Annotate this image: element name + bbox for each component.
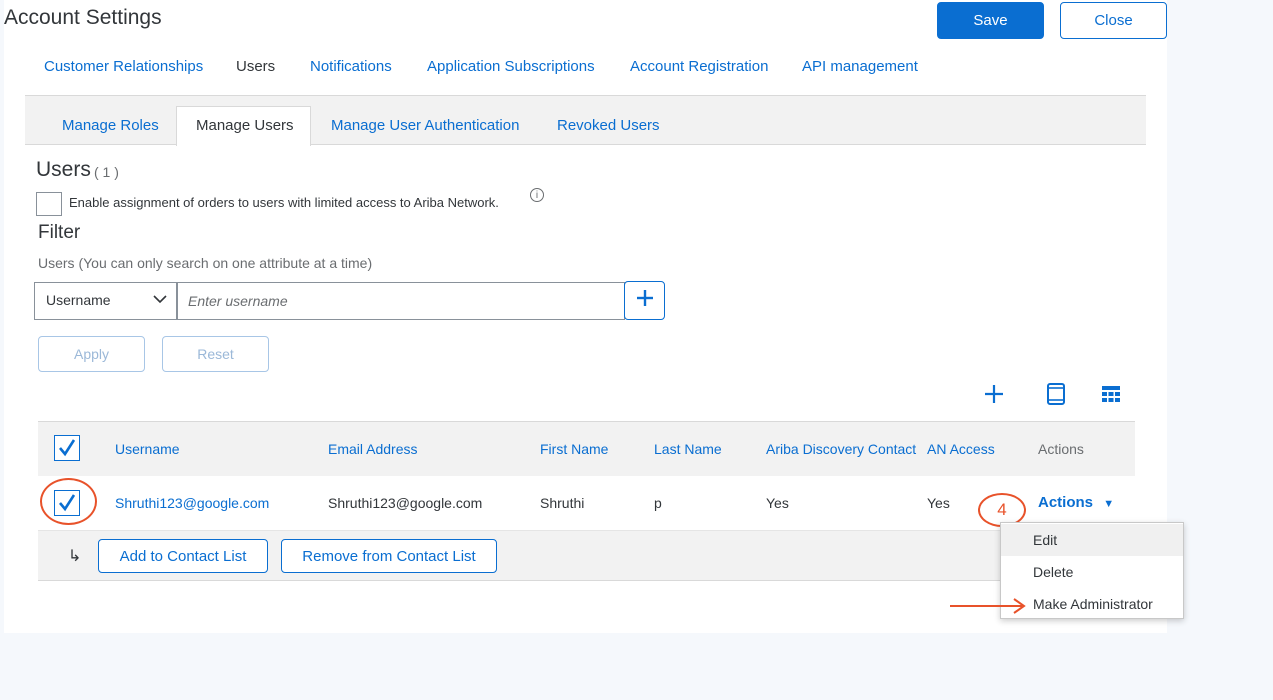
column-email[interactable]: Email Address (328, 441, 417, 457)
menu-item-delete[interactable]: Delete (1001, 556, 1183, 588)
page-title: Account Settings (4, 6, 162, 29)
column-an-access[interactable]: AN Access (927, 441, 995, 457)
limited-access-label: Enable assignment of orders to users wit… (69, 195, 499, 210)
column-first-name[interactable]: First Name (540, 441, 608, 457)
remove-from-contact-list-button[interactable]: Remove from Contact List (281, 539, 497, 573)
plus-icon (635, 288, 655, 313)
row-an-access: Yes (927, 495, 950, 511)
users-count: ( 1 ) (94, 164, 119, 180)
checkbox-annotation-circle (40, 478, 97, 525)
annotation-arrow-icon (950, 598, 1026, 614)
tab-notifications[interactable]: Notifications (310, 58, 392, 75)
select-all-checkbox[interactable] (54, 435, 80, 461)
export-icon[interactable] (1042, 380, 1070, 408)
row-first-name: Shruthi (540, 495, 585, 511)
subtab-manage-users[interactable]: Manage Users (196, 117, 294, 134)
limited-access-checkbox[interactable] (36, 192, 62, 216)
attribute-select-value: Username (46, 292, 111, 308)
return-arrow-icon: ↳ (68, 548, 82, 565)
username-search-input[interactable] (177, 282, 625, 320)
close-button[interactable]: Close (1060, 2, 1167, 39)
column-discovery-contact[interactable]: Ariba Discovery Contact (766, 441, 916, 457)
apply-button[interactable]: Apply (38, 336, 145, 372)
add-to-contact-list-button[interactable]: Add to Contact List (98, 539, 268, 573)
caret-down-icon: ▼ (1103, 498, 1115, 510)
row-email: Shruthi123@google.com (328, 495, 483, 511)
table-settings-icon[interactable] (1097, 380, 1125, 408)
tab-api-management[interactable]: API management (802, 58, 918, 75)
row-username[interactable]: Shruthi123@google.com (115, 495, 269, 511)
save-button[interactable]: Save (937, 2, 1044, 39)
column-username[interactable]: Username (115, 441, 180, 457)
tab-application-subscriptions[interactable]: Application Subscriptions (427, 58, 595, 75)
tab-users[interactable]: Users (236, 58, 275, 75)
row-last-name: p (654, 495, 662, 511)
menu-item-edit[interactable]: Edit (1001, 524, 1183, 556)
tab-account-registration[interactable]: Account Registration (630, 58, 768, 75)
info-icon[interactable]: i (530, 188, 544, 202)
chevron-down-icon (152, 291, 168, 310)
column-actions: Actions (1038, 441, 1084, 457)
users-heading: Users (36, 158, 91, 181)
row-discovery-contact: Yes (766, 495, 789, 511)
subtab-revoked-users[interactable]: Revoked Users (557, 117, 660, 134)
checkmark-icon (59, 439, 76, 457)
tab-customer-relationships[interactable]: Customer Relationships (44, 58, 203, 75)
attribute-select[interactable]: Username (34, 282, 177, 320)
actions-label: Actions (1038, 494, 1094, 511)
reset-button[interactable]: Reset (162, 336, 269, 372)
column-last-name[interactable]: Last Name (654, 441, 722, 457)
add-filter-button[interactable] (624, 281, 665, 320)
subtab-manage-roles[interactable]: Manage Roles (62, 117, 159, 134)
filter-hint: Users (You can only search on one attrib… (38, 255, 373, 271)
subtab-manage-user-authentication[interactable]: Manage User Authentication (331, 117, 519, 134)
filter-heading: Filter (38, 222, 81, 243)
menu-item-make-administrator[interactable]: Make Administrator (1001, 588, 1183, 620)
actions-menu-button[interactable]: Actions ▼ (1038, 494, 1114, 511)
add-user-icon[interactable] (980, 380, 1008, 408)
